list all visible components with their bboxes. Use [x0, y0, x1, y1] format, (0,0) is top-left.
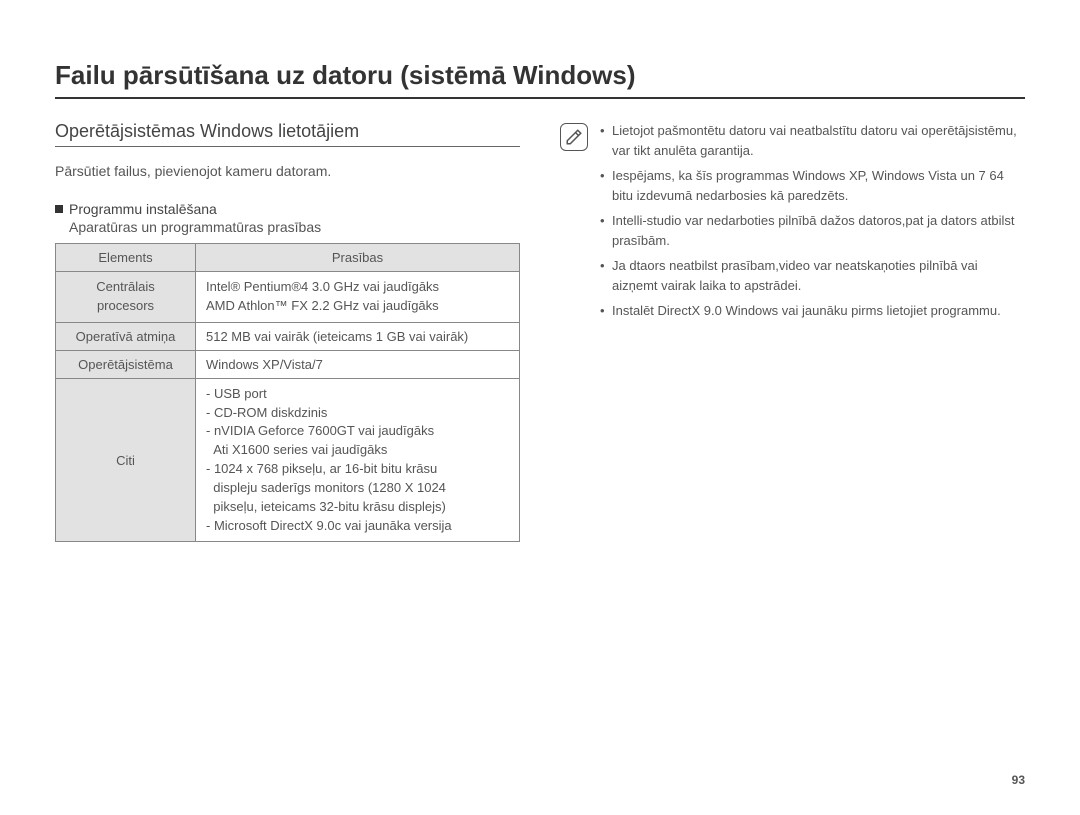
row-label: Operatīvā atmiņa — [56, 322, 196, 350]
list-item: Lietojot pašmontētu datoru vai neatbalst… — [600, 121, 1025, 160]
page-title: Failu pārsūtīšana uz datoru (sistēmā Win… — [55, 60, 1025, 99]
list-item: Iespējams, ka šīs programmas Windows XP,… — [600, 166, 1025, 205]
row-label: Operētājsistēma — [56, 350, 196, 378]
page-number: 93 — [1012, 773, 1025, 787]
intro-text: Pārsūtiet failus, pievienojot kameru dat… — [55, 163, 520, 179]
table-row: Citi - USB port- CD-ROM diskdzinis- nVID… — [56, 378, 520, 542]
content-columns: Operētājsistēmas Windows lietotājiem Pār… — [55, 121, 1025, 542]
requirements-table: Elements Prasības Centrālais procesors I… — [55, 243, 520, 542]
row-value: - USB port- CD-ROM diskdzinis- nVIDIA Ge… — [196, 378, 520, 542]
table-head-requirements: Prasības — [196, 244, 520, 272]
row-value: Intel® Pentium®4 3.0 GHz vai jaudīgāksAM… — [196, 272, 520, 323]
right-column: Lietojot pašmontētu datoru vai neatbalst… — [560, 121, 1025, 542]
row-label: Citi — [56, 378, 196, 542]
row-value: 512 MB vai vairāk (ieteicams 1 GB vai va… — [196, 322, 520, 350]
note-icon — [560, 123, 588, 151]
requirements-subhead: Aparatūras un programmatūras prasības — [69, 219, 520, 235]
note-box: Lietojot pašmontētu datoru vai neatbalst… — [560, 121, 1025, 327]
table-row: Operētājsistēma Windows XP/Vista/7 — [56, 350, 520, 378]
table-row: Centrālais procesors Intel® Pentium®4 3.… — [56, 272, 520, 323]
table-head-elements: Elements — [56, 244, 196, 272]
row-value: Windows XP/Vista/7 — [196, 350, 520, 378]
square-bullet-icon — [55, 205, 63, 213]
install-heading: Programmu instalēšana — [55, 201, 520, 217]
row-label: Centrālais procesors — [56, 272, 196, 323]
notes-list: Lietojot pašmontētu datoru vai neatbalst… — [600, 121, 1025, 327]
table-row: Operatīvā atmiņa 512 MB vai vairāk (iete… — [56, 322, 520, 350]
left-column: Operētājsistēmas Windows lietotājiem Pār… — [55, 121, 520, 542]
install-heading-text: Programmu instalēšana — [69, 201, 217, 217]
list-item: Intelli-studio var nedarboties pilnībā d… — [600, 211, 1025, 250]
section-subtitle: Operētājsistēmas Windows lietotājiem — [55, 121, 520, 147]
list-item: Instalēt DirectX 9.0 Windows vai jaunāku… — [600, 301, 1025, 321]
list-item: Ja dtaors neatbilst prasībam,video var n… — [600, 256, 1025, 295]
